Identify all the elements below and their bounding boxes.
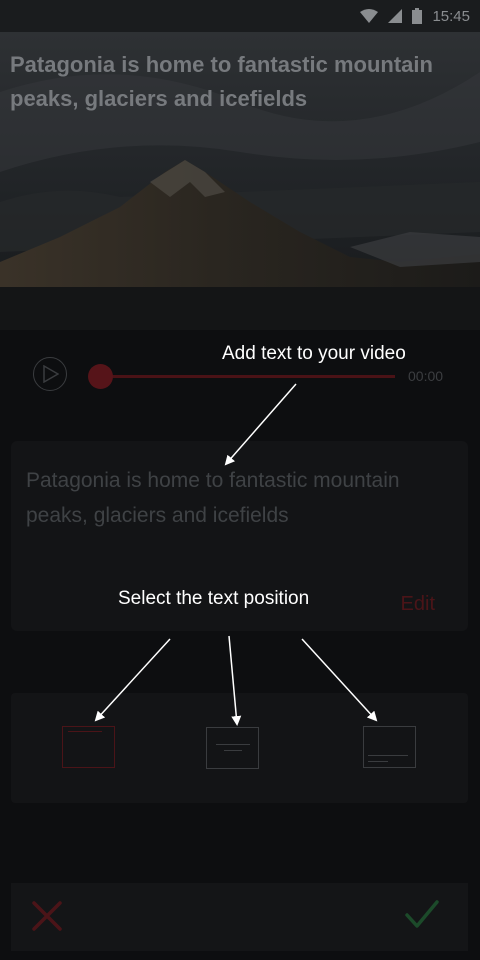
signal-icon <box>388 9 403 23</box>
text-line <box>368 755 408 757</box>
play-icon <box>43 365 59 383</box>
playback-time: 00:00 <box>408 368 444 384</box>
position-center-option[interactable] <box>206 727 259 769</box>
edit-button[interactable]: Edit <box>401 593 435 616</box>
caption-text: Patagonia is home to fantastic mountain … <box>26 469 400 527</box>
text-line <box>68 731 102 733</box>
video-overlay-caption: Patagonia is home to fantastic mountain … <box>10 52 433 111</box>
status-time: 15:45 <box>432 7 470 25</box>
text-line <box>368 761 388 763</box>
progress-track[interactable] <box>100 375 395 378</box>
position-top-option[interactable] <box>62 726 115 768</box>
video-preview[interactable]: Patagonia is home to fantastic mountain … <box>0 32 480 330</box>
hint-add-text: Add text to your video <box>222 343 406 364</box>
position-bottom-option[interactable] <box>363 726 416 768</box>
play-button[interactable] <box>33 357 67 391</box>
close-icon[interactable] <box>31 900 63 932</box>
status-bar: 15:45 <box>0 0 480 32</box>
bottom-action-bar <box>11 883 468 951</box>
progress-thumb[interactable] <box>88 364 113 389</box>
wifi-icon <box>360 9 379 23</box>
battery-icon <box>412 8 423 24</box>
check-icon[interactable] <box>404 899 440 931</box>
position-selector <box>11 693 468 803</box>
text-line <box>224 750 242 752</box>
hint-select-position: Select the text position <box>118 588 310 609</box>
text-line <box>216 744 250 746</box>
